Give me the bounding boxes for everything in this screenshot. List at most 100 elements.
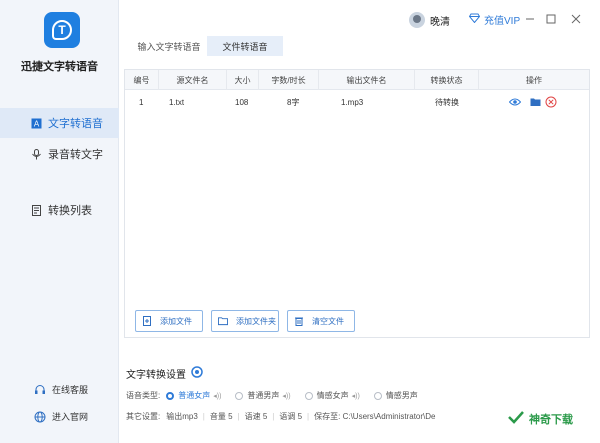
cell-source-file: 1.txt (169, 97, 185, 107)
online-support-label: 在线客服 (52, 385, 89, 395)
open-folder-button[interactable] (529, 96, 541, 108)
voice-label: 普通男声 (247, 391, 280, 400)
tab-label: 文件转语音 (222, 41, 268, 52)
voice-type-row: 语音类型: 普通女声 ◂)) 普通男声 ◂)) 情感女声 ◂)) 情感男声 (126, 390, 432, 401)
close-icon (571, 14, 581, 24)
maximize-icon (546, 14, 556, 24)
add-folder-button[interactable]: 添加文件夹 (211, 310, 279, 332)
folder-icon (530, 98, 540, 106)
sidebar-item-label: 转换列表 (48, 205, 92, 217)
radio-icon (373, 391, 382, 400)
column-header: 操作 (526, 75, 542, 85)
column-header: 转换状态 (415, 70, 479, 90)
minimize-button[interactable] (523, 12, 537, 26)
divider: | (307, 412, 310, 421)
eye-icon (509, 98, 521, 106)
voice-option-normal-male[interactable]: 普通男声 ◂)) (235, 390, 291, 401)
column-header: 大小 (227, 70, 259, 90)
table-header: 编号 源文件名 大小 字数/时长 输出文件名 转换状态 操作 (125, 70, 589, 90)
globe-icon (34, 411, 46, 423)
microphone-icon (30, 148, 42, 160)
tab-file-to-speech[interactable]: 文件转语音 (207, 36, 283, 56)
sidebar: T 迅捷文字转语音 A 文字转语音 录音转文字 转换列表 在线客服 进入官网 (0, 0, 119, 443)
minimize-icon (526, 18, 534, 20)
sidebar-item-label: 文字转语音 (48, 118, 103, 130)
app-name: 迅捷文字转语音 (21, 61, 98, 73)
speaker-icon[interactable]: ◂)) (352, 392, 360, 400)
voice-label: 情感男声 (385, 391, 418, 400)
watermark-text: 神奇下载 (529, 413, 573, 426)
sidebar-item-speech-to-text[interactable]: 录音转文字 (0, 139, 119, 169)
user-profile[interactable]: 晚清 (409, 12, 450, 28)
speaker-icon[interactable]: ◂)) (213, 392, 221, 400)
list-document-icon (30, 204, 42, 216)
clear-files-label: 清空文件 (312, 316, 344, 326)
close-button[interactable] (569, 12, 583, 26)
voice-option-emotional-female[interactable]: 情感女声 ◂)) (304, 390, 360, 401)
column-header: 源文件名 (159, 70, 227, 90)
diamond-icon (468, 13, 481, 26)
sidebar-item-conversion-list[interactable]: 转换列表 (0, 195, 119, 225)
username: 晚清 (430, 16, 450, 28)
divider: | (237, 412, 240, 421)
watermark-logo-icon (508, 410, 524, 427)
speaker-icon[interactable]: ◂)) (282, 392, 290, 400)
cell-number: 1 (139, 97, 144, 107)
official-site-link[interactable]: 进入官网 (34, 410, 88, 423)
settings-toggle-icon[interactable] (191, 366, 203, 381)
divider: | (202, 412, 205, 421)
vip-recharge-button[interactable]: 充值VIP (468, 12, 521, 27)
voice-option-normal-female[interactable]: 普通女声 ◂)) (166, 390, 221, 401)
pitch-setting[interactable]: 语调 5 (279, 411, 302, 422)
voice-label: 普通女声 (178, 391, 211, 400)
headset-icon (34, 384, 46, 396)
tab-label: 输入文字转语音 (137, 41, 201, 52)
voice-option-emotional-male[interactable]: 情感男声 (373, 390, 418, 401)
cell-status: 待转换 (435, 97, 459, 107)
delete-button[interactable] (545, 96, 557, 108)
maximize-button[interactable] (544, 12, 558, 26)
tab-input-text-to-speech[interactable]: 输入文字转语音 (127, 36, 211, 56)
speed-setting[interactable]: 语速 5 (245, 411, 268, 422)
watermark: 神奇下载 (508, 410, 573, 427)
add-file-icon (142, 316, 152, 326)
other-settings-label: 其它设置: (126, 412, 161, 421)
vip-label: 充值VIP (484, 16, 521, 27)
cell-output-file: 1.mp3 (341, 97, 364, 107)
add-file-button[interactable]: 添加文件 (135, 310, 203, 332)
file-panel: 编号 源文件名 大小 字数/时长 输出文件名 转换状态 操作 1 1.txt 1… (124, 69, 590, 338)
volume-setting[interactable]: 音量 5 (210, 411, 233, 422)
voice-label: 情感女声 (316, 391, 349, 400)
online-support-link[interactable]: 在线客服 (34, 383, 88, 396)
radio-icon (235, 391, 244, 400)
preview-button[interactable] (509, 96, 521, 108)
sidebar-item-label: 录音转文字 (48, 149, 103, 161)
column-header: 编号 (125, 70, 159, 90)
column-header: 输出文件名 (319, 70, 415, 90)
cell-word-count: 8字 (287, 97, 300, 107)
voice-type-label: 语音类型: (126, 391, 161, 400)
clear-files-button[interactable]: 清空文件 (287, 310, 355, 332)
avatar (409, 12, 425, 28)
logo-glyph-icon: T (52, 20, 72, 40)
delete-circle-icon (545, 96, 557, 108)
radio-icon (166, 391, 175, 400)
divider: | (272, 412, 275, 421)
column-header: 字数/时长 (259, 70, 319, 90)
settings-title-text: 文字转换设置 (126, 370, 186, 381)
cell-size: 108 (235, 97, 249, 107)
output-format-setting[interactable]: 输出mp3 (166, 411, 198, 422)
other-settings-row: 其它设置: 输出mp3 | 音量 5 | 语速 5 | 语调 5 | 保存至: … (126, 411, 435, 422)
svg-text:A: A (33, 119, 39, 128)
app-logo: T (44, 12, 80, 48)
save-path-setting[interactable]: 保存至: C:\Users\Administrator\De (314, 411, 435, 422)
add-folder-label: 添加文件夹 (236, 316, 276, 326)
official-site-label: 进入官网 (52, 412, 89, 422)
title-bar: 晚清 充值VIP (119, 0, 600, 36)
add-file-label: 添加文件 (160, 316, 192, 326)
text-to-speech-icon: A (30, 117, 42, 129)
sidebar-item-text-to-speech[interactable]: A 文字转语音 (0, 108, 119, 138)
add-folder-icon (218, 316, 228, 326)
settings-title: 文字转换设置 (126, 366, 203, 381)
trash-icon (294, 316, 304, 326)
